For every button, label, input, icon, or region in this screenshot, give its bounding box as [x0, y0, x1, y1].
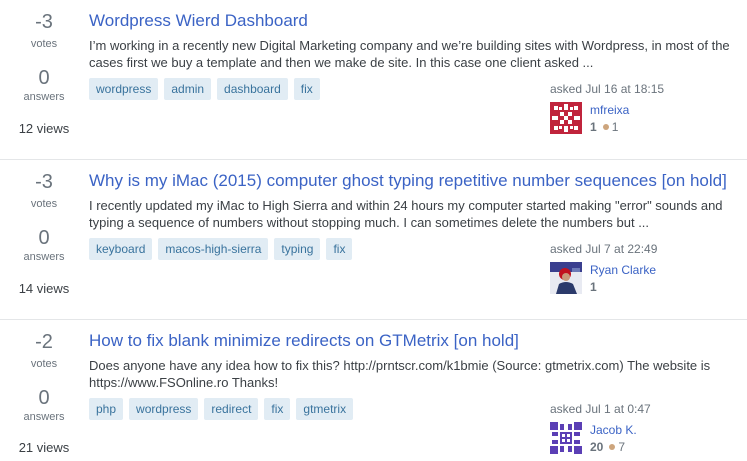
vote-count: -3 [35, 11, 53, 33]
user-reputation: 1 [590, 280, 597, 294]
question-excerpt: I recently updated my iMac to High Sierr… [89, 198, 723, 230]
answer-count: 0 [38, 387, 50, 409]
vote-count: -2 [35, 331, 53, 353]
asked-time: asked Jul 1 at 0:47 [550, 402, 651, 416]
vote-label: votes [30, 358, 58, 370]
answer-label: answers [23, 411, 65, 423]
question-title-link[interactable]: How to fix blank minimize redirects on G… [89, 330, 519, 351]
bronze-badge-icon [602, 124, 609, 131]
user-avatar[interactable] [550, 102, 582, 134]
view-count: 21 views [18, 440, 70, 455]
view-count: 14 views [18, 281, 70, 296]
question-summary: -3 votes 0 answers 14 views Why is my iM… [0, 160, 747, 320]
asked-time: asked Jul 7 at 22:49 [550, 242, 658, 256]
user-name-link[interactable]: Ryan Clarke [590, 263, 656, 277]
question-list: -3 votes 0 answers 12 views Wordpress Wi… [0, 0, 747, 461]
reputation-score: 20 [590, 440, 604, 454]
bronze-badge-count: 7 [618, 440, 626, 454]
answer-count: 0 [38, 67, 50, 89]
user-avatar[interactable] [550, 262, 582, 294]
user-name-link[interactable]: mfreixa [590, 103, 629, 117]
vote-count: -3 [35, 171, 53, 193]
bronze-badge-icon [609, 444, 616, 451]
tag[interactable]: dashboard [217, 78, 288, 100]
tag[interactable]: fix [326, 238, 353, 260]
answer-label: answers [23, 91, 65, 103]
answer-count: 0 [38, 227, 50, 249]
vote-label: votes [30, 198, 58, 210]
question-excerpt: Does anyone have any idea how to fix thi… [89, 358, 711, 390]
tag[interactable]: wordpress [129, 398, 199, 420]
vote-label: votes [30, 38, 58, 50]
asked-time: asked Jul 16 at 18:15 [550, 82, 665, 96]
question-title-link[interactable]: Why is my iMac (2015) computer ghost typ… [89, 170, 727, 191]
question-summary: -2 votes 0 answers 21 views How to fix b… [0, 320, 747, 461]
reputation-score: 1 [590, 120, 597, 134]
question-owner: asked Jul 16 at 18:15 mfreixa 1 1 [550, 82, 740, 134]
question-owner: asked Jul 1 at 0:47 Jacob K. 20 7 [550, 402, 740, 454]
tag[interactable]: gtmetrix [296, 398, 354, 420]
question-excerpt: I’m working in a recently new Digital Ma… [89, 38, 730, 70]
tag-list: wordpress admin dashboard fix [89, 78, 320, 100]
user-name-link[interactable]: Jacob K. [590, 423, 637, 437]
tag[interactable]: fix [264, 398, 291, 420]
tag[interactable]: php [89, 398, 124, 420]
tag[interactable]: keyboard [89, 238, 153, 260]
tag[interactable]: typing [274, 238, 321, 260]
tag[interactable]: admin [164, 78, 212, 100]
bronze-badge-count: 1 [611, 120, 619, 134]
tag[interactable]: macos-high-sierra [158, 238, 269, 260]
tag-list: keyboard macos-high-sierra typing fix [89, 238, 353, 260]
view-count: 12 views [18, 121, 70, 136]
tag[interactable]: fix [293, 78, 320, 100]
user-reputation: 11 [590, 120, 618, 134]
question-title-link[interactable]: Wordpress Wierd Dashboard [89, 10, 308, 31]
tag-list: php wordpress redirect fix gtmetrix [89, 398, 354, 420]
user-avatar[interactable] [550, 422, 582, 454]
user-reputation: 20 7 [590, 440, 625, 454]
answer-label: answers [23, 251, 65, 263]
tag[interactable]: wordpress [89, 78, 159, 100]
question-summary: -3 votes 0 answers 12 views Wordpress Wi… [0, 0, 747, 160]
question-owner: asked Jul 7 at 22:49 Ryan Clarke 1 [550, 242, 740, 294]
tag[interactable]: redirect [204, 398, 259, 420]
reputation-score: 1 [590, 280, 597, 294]
